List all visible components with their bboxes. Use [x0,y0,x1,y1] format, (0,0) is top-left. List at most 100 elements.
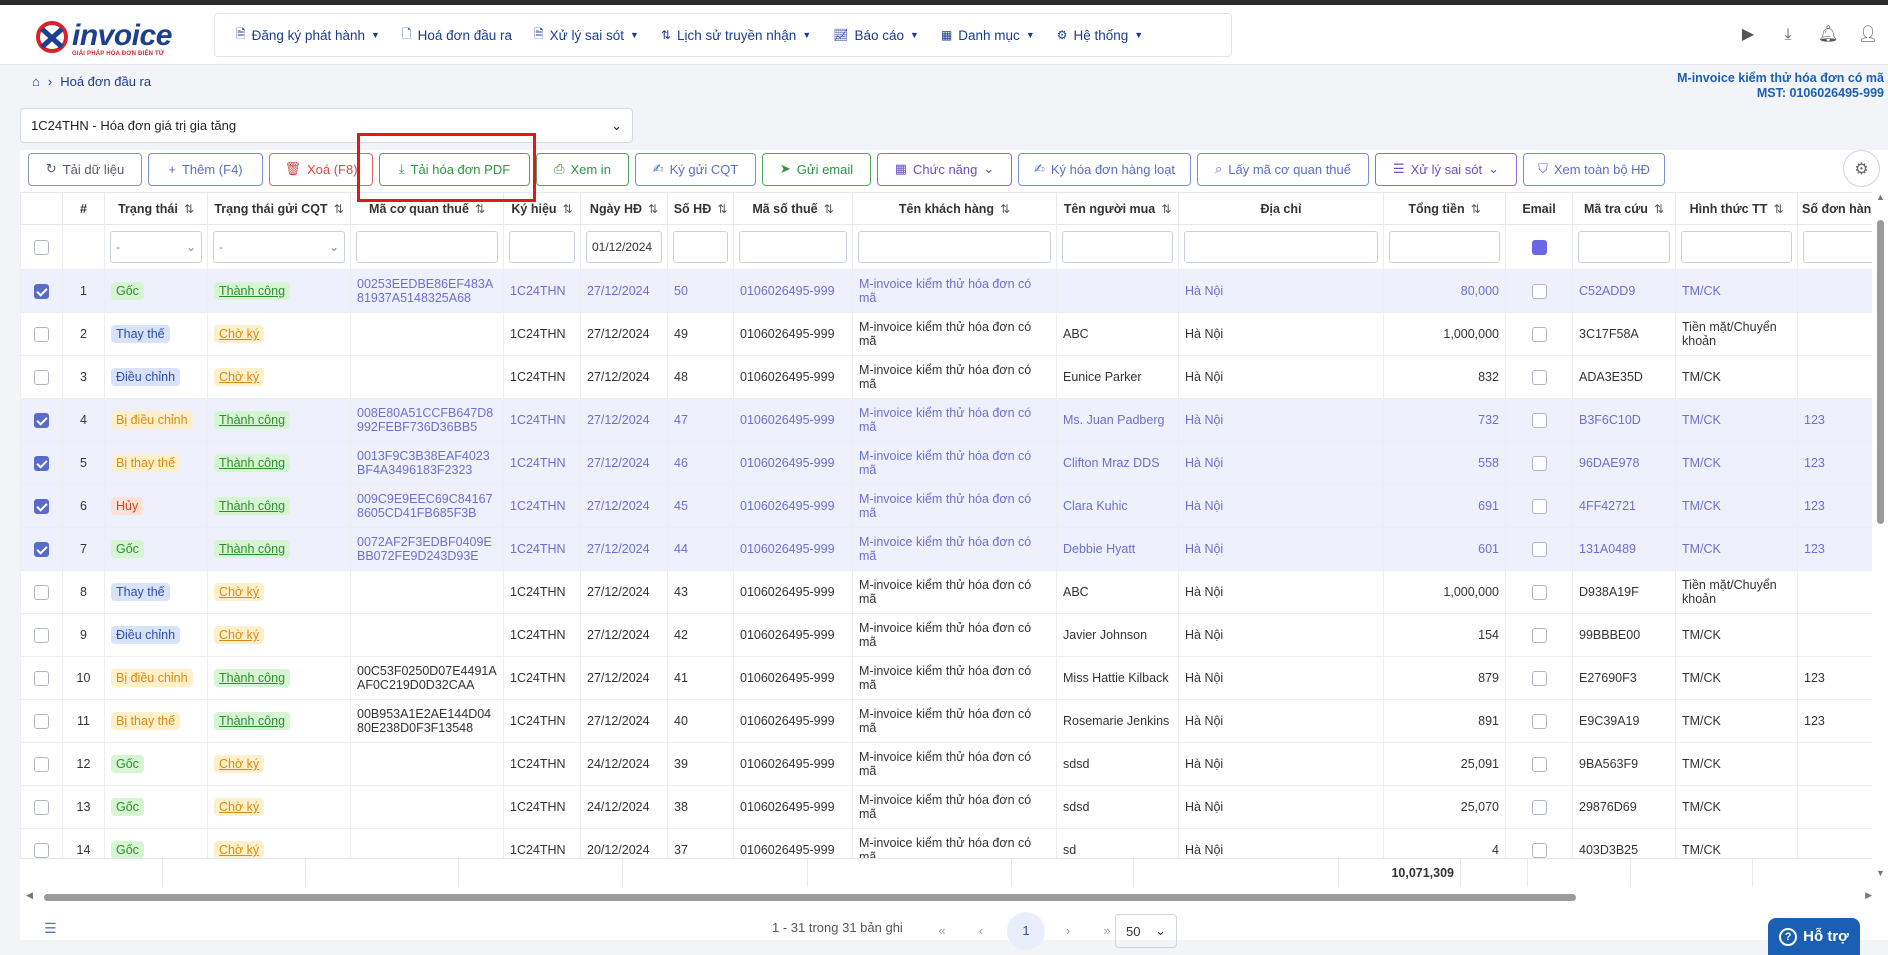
sign-send-button[interactable]: ✍ Ký gửi CQT [635,152,756,186]
filter-number-input[interactable] [673,231,728,263]
help-button[interactable]: ? Hỗ trợ [1768,918,1860,955]
table-row[interactable]: 5 Bị thay thế Thành công 0013F9C3B38EAF4023… [20,441,1872,485]
header-email[interactable]: Email [1505,192,1573,225]
header-buyer[interactable]: Tên người mua ⇅ [1056,192,1179,225]
view-all-button[interactable]: ⛉ Xem toàn bộ HĐ [1523,152,1665,186]
email-checkbox[interactable] [1531,627,1547,643]
nav-item-4[interactable]: 📈︎ Báo cáo ▼ [822,14,930,56]
get-tax-code-button[interactable]: ⌕ Lấy mã cơ quan thuế [1197,152,1369,186]
sort-icon[interactable]: ⇅ [1773,202,1783,216]
header-tax-id[interactable]: Mã số thuế ⇅ [733,192,853,225]
table-row[interactable]: 1 Gốc Thành công 00253EEDBE86EF483A81937A51… [20,269,1872,313]
row-checkbox[interactable] [34,713,49,729]
scroll-down-icon[interactable]: ▼ [1876,868,1885,878]
email-checkbox[interactable] [1531,842,1547,858]
page-number-current[interactable]: 1 [1007,912,1045,950]
email-checkbox[interactable] [1531,498,1547,514]
select-all-checkbox[interactable] [34,239,49,255]
nav-item-6[interactable]: ⚙ Hệ thống ▼ [1046,14,1154,56]
header-order-number[interactable]: Số đơn hàn [1797,192,1872,225]
sort-icon[interactable]: ⇅ [1654,202,1664,216]
table-row[interactable]: 10 Bị điều chỉnh Thành công 00C53F0250D07E4… [20,656,1872,700]
table-row[interactable]: 14 Gốc Chờ ký 1C24THN 20/12/2024 37 0106026495… [20,828,1872,858]
email-checkbox[interactable] [1531,713,1547,729]
scroll-up-icon[interactable]: ▲ [1876,192,1885,202]
filter-address-input[interactable] [1184,231,1378,263]
table-row[interactable]: 11 Bị thay thế Thành công 00B953A1E2AE144D0… [20,699,1872,743]
print-preview-button[interactable]: ⎙ Xem in [536,152,629,186]
first-page-icon[interactable]: « [927,916,957,946]
nav-item-5[interactable]: ▦ Danh mục ▼ [930,14,1046,56]
invoice-template-select[interactable]: 1C24THN - Hóa đơn giá trị gia tăng ⌄ [20,108,633,143]
bell-icon[interactable]: 🔔︎ [1818,25,1838,45]
scroll-right-icon[interactable]: ▶ [1865,890,1872,901]
header-number[interactable]: Số HĐ ⇅ [667,192,734,225]
vertical-scroll-thumb[interactable] [1877,220,1884,524]
sort-icon[interactable]: ⇅ [1161,202,1171,216]
sort-icon[interactable]: ⇅ [717,202,727,216]
table-row[interactable]: 4 Bị điều chỉnh Thành công 008E80A51CCFB647… [20,398,1872,442]
table-row[interactable]: 7 Gốc Thành công 0072AF2F3EDBF0409EBB072FE9… [20,527,1872,571]
email-checkbox[interactable] [1531,670,1547,686]
row-checkbox[interactable] [34,283,49,299]
send-email-button[interactable]: ➤ Gửi email [762,152,871,186]
email-checkbox[interactable] [1531,455,1547,471]
row-checkbox[interactable] [34,756,49,772]
table-row[interactable]: 8 Thay thế Chờ ký 1C24THN 27/12/2024 43 010602… [20,570,1872,614]
header-customer[interactable]: Tên khách hàng ⇅ [852,192,1057,225]
table-row[interactable]: 13 Gốc Chờ ký 1C24THN 24/12/2024 38 0106026495… [20,785,1872,829]
header-symbol[interactable]: Ký hiệu ⇅ [503,192,581,225]
row-checkbox[interactable] [34,799,49,815]
filter-date-input[interactable]: 01/12/2024 [586,231,662,263]
sort-icon[interactable]: ⇅ [648,202,658,216]
email-checkbox[interactable] [1531,412,1547,428]
row-checkbox[interactable] [34,627,49,643]
table-row[interactable]: 3 Điều chỉnh Chờ ký 1C24THN 27/12/2024 48 0106… [20,355,1872,399]
row-checkbox[interactable] [34,412,49,428]
filter-send-status-select[interactable]: - ⌄ [213,231,345,263]
header-total[interactable]: Tổng tiền ⇅ [1383,192,1506,225]
delete-button[interactable]: 🗑︎ Xoá (F8) [269,152,373,186]
prev-page-icon[interactable]: ‹ [966,916,996,946]
filter-customer-input[interactable] [858,231,1051,263]
sort-icon[interactable]: ⇅ [475,202,485,216]
horizontal-scroll-thumb[interactable] [44,894,1576,901]
row-checkbox[interactable] [34,326,49,342]
filter-tax-id-input[interactable] [739,231,847,263]
header-lookup-code[interactable]: Mã tra cứu ⇅ [1572,192,1676,225]
functions-button[interactable]: ▦ Chức năng ⌄ [877,152,1012,186]
row-checkbox[interactable] [34,498,49,514]
page-size-select[interactable]: 50 ⌄ [1115,914,1177,948]
next-page-icon[interactable]: › [1053,916,1083,946]
email-checkbox[interactable] [1531,756,1547,772]
sort-icon[interactable]: ⇅ [563,202,573,216]
user-icon[interactable]: 👤︎ [1858,25,1878,45]
nav-item-3[interactable]: ⇅ Lịch sử truyền nhận ▼ [650,14,822,56]
header-tax-authority-code[interactable]: Mã cơ quan thuế ⇅ [350,192,504,225]
add-button[interactable]: + Thêm (F4) [148,152,263,186]
error-handle-button[interactable]: ☰ Xử lý sai sót ⌄ [1375,152,1517,186]
email-checkbox[interactable] [1531,799,1547,815]
email-checkbox[interactable] [1531,326,1547,342]
sort-icon[interactable]: ⇅ [334,202,344,216]
email-checkbox[interactable] [1531,369,1547,385]
nav-item-0[interactable]: 🗎︎ Đăng ký phát hành ▼ [225,14,391,56]
row-checkbox[interactable] [34,670,49,686]
horizontal-scrollbar[interactable]: ◀ ▶ [24,890,1872,904]
sort-icon[interactable]: ⇅ [184,202,194,216]
sign-batch-button[interactable]: ✍ Ký hóa đơn hàng loạt [1018,152,1191,186]
table-row[interactable]: 6 Hủy Thành công 009C9E9EEC69C841678605CD41… [20,484,1872,528]
download-icon[interactable]: ⤓ [1778,25,1798,45]
filter-email-checkbox[interactable] [1531,239,1547,255]
header-date[interactable]: Ngày HĐ ⇅ [580,192,668,225]
table-row[interactable]: 2 Thay thế Chờ ký 1C24THN 27/12/2024 49 010602… [20,312,1872,356]
header-address[interactable]: Địa chỉ [1178,192,1384,225]
filter-total-input[interactable] [1389,231,1500,263]
settings-gear-button[interactable]: ⚙ [1843,150,1880,187]
row-checkbox[interactable] [34,455,49,471]
reload-button[interactable]: ↻ Tải dữ liệu [28,152,142,186]
youtube-icon[interactable]: ▶ [1738,25,1758,45]
vertical-scrollbar[interactable]: ▲ ▼ [1873,192,1888,882]
row-checkbox[interactable] [34,541,49,557]
table-row[interactable]: 9 Điều chỉnh Chờ ký 1C24THN 27/12/2024 42 0106… [20,613,1872,657]
